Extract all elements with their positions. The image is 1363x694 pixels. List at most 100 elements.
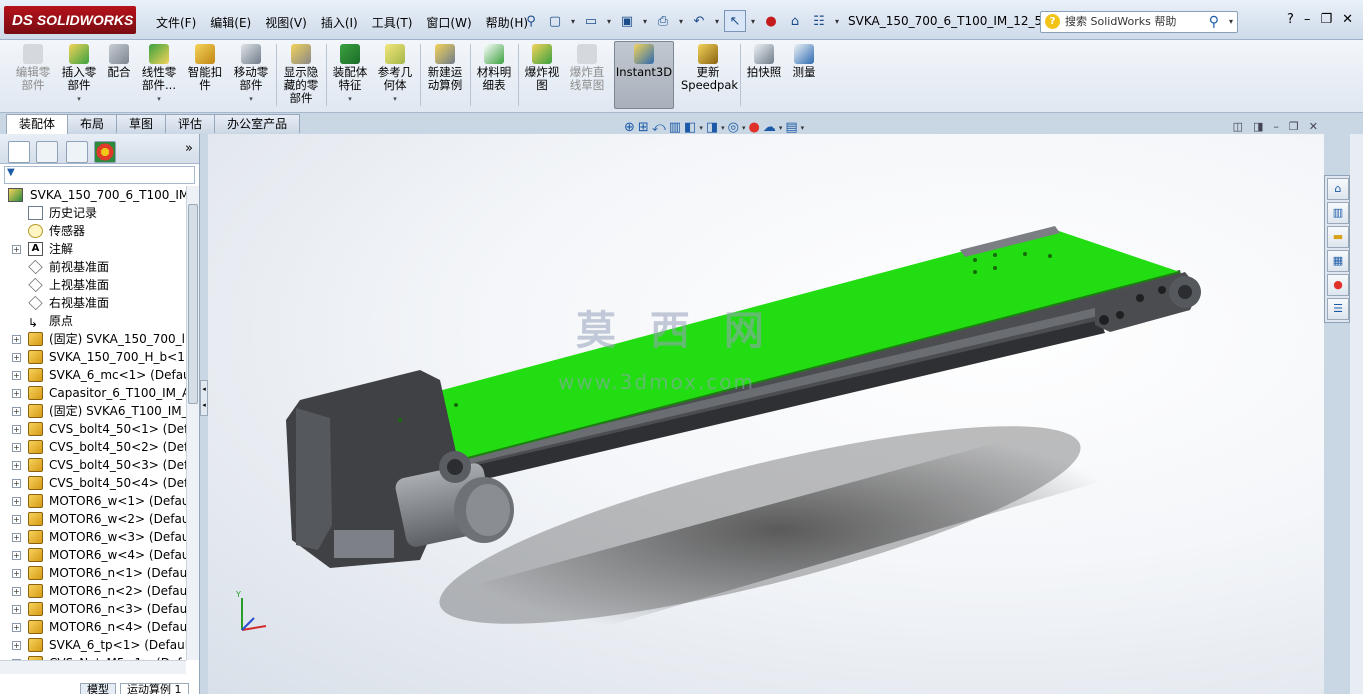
view-settings-dropdown-icon[interactable]: ▾ [801,124,805,132]
linear-pattern-dropdown-icon[interactable]: ▾ [157,93,161,106]
exploded-view-button[interactable]: 爆炸视图 [522,44,562,110]
expand-toggle-icon[interactable]: + [12,389,21,398]
new-dropdown-icon[interactable]: ▾ [568,10,578,32]
tree-item[interactable]: + CVS_bolt4_50<4> (Defa [0,474,186,492]
expand-toggle-icon[interactable]: + [12,497,21,506]
tree-item[interactable]: + A 注解 [0,240,186,258]
panel-splitter[interactable]: ◂ ◂ [200,380,208,416]
appearance-tab-icon[interactable] [94,141,116,163]
view-settings-icon[interactable]: ▤ [785,120,797,135]
tab-assembly[interactable]: 装配体 [6,114,69,134]
print-icon[interactable]: ⎙ [652,10,674,32]
print-dropdown-icon[interactable]: ▾ [676,10,686,32]
tree-vertical-scrollbar[interactable] [186,186,199,660]
undo-dropdown-icon[interactable]: ▾ [712,10,722,32]
tree-item[interactable]: 前视基准面 [0,258,186,276]
viewport-minimize-icon[interactable]: – [1273,120,1279,133]
view-palette-icon[interactable]: ▦ [1327,250,1349,272]
tree-item[interactable]: 右视基准面 [0,294,186,312]
expand-toggle-icon[interactable]: + [12,425,21,434]
expand-toggle-icon[interactable]: + [12,335,21,344]
design-library-icon[interactable]: ▥ [1327,202,1349,224]
update-speedpak-button[interactable]: 更新Speedpak [680,44,738,110]
edit-appearance-icon[interactable]: ● [749,120,760,135]
restore-button[interactable]: ❐ [1320,12,1332,27]
hide-show-items-icon[interactable]: ◎ [728,120,739,135]
insert-component-button[interactable]: 插入零部件 ▾ [58,44,100,110]
save-icon[interactable]: ▣ [616,10,638,32]
edit-component-button[interactable]: 编辑零部件 [12,44,54,110]
zoom-to-area-icon[interactable]: ⊞ [638,120,649,135]
apply-scene-icon[interactable]: ☁ [763,120,776,135]
tree-item[interactable]: 历史记录 [0,204,186,222]
section-view-icon[interactable]: ▥ [669,120,681,135]
conveyor-model[interactable] [208,134,1324,694]
tree-item[interactable]: 上视基准面 [0,276,186,294]
expand-toggle-icon[interactable]: + [12,515,21,524]
tree-item[interactable]: + MOTOR6_n<1> (Defaul [0,564,186,582]
rebuild-traffic-light-icon[interactable]: ● [760,10,782,32]
tree-item[interactable]: + Capasitor_6_T100_IM_A [0,384,186,402]
tree-item[interactable]: + CVS_bolt4_50<1> (Defa [0,420,186,438]
tab-sketch[interactable]: 草图 [116,114,167,133]
tree-item[interactable]: + MOTOR6_w<2> (Defau [0,510,186,528]
scrollbar-thumb[interactable] [188,204,198,404]
expand-toggle-icon[interactable]: + [12,479,21,488]
configuration-manager-tab-icon[interactable] [66,141,88,163]
options-icon[interactable]: ☷ [808,10,830,32]
expand-toggle-icon[interactable]: + [12,461,21,470]
tab-layout[interactable]: 布局 [67,114,118,133]
expand-toggle-icon[interactable]: + [12,641,21,650]
tree-item[interactable]: + (固定) SVKA6_T100_IM_1 [0,402,186,420]
tree-item[interactable]: + MOTOR6_n<3> (Defaul [0,600,186,618]
expand-toggle-icon[interactable]: + [12,245,21,254]
tree-filter-input[interactable]: ▼ [4,166,195,184]
new-motion-study-button[interactable]: 新建运动算例 [424,44,466,110]
help-search-input[interactable]: ? 搜索 SolidWorks 帮助 ⚲ ▾ [1040,11,1238,33]
snapshot-button[interactable]: 拍快照 [744,44,784,110]
tab-office-products[interactable]: 办公室产品 [214,114,301,133]
viewport-close-icon[interactable]: ✕ [1309,120,1318,133]
home-icon[interactable]: ⌂ [1327,178,1349,200]
solidworks-logo[interactable]: DS SOLIDWORKS [4,6,136,34]
previous-view-icon[interactable]: ⤺ [652,120,666,135]
tree-item[interactable]: + CVS_bolt4_50<2> (Defa [0,438,186,456]
explode-line-sketch-button[interactable]: 爆炸直线草图 [566,44,608,110]
scene-dropdown-icon[interactable]: ▾ [779,124,783,132]
select-dropdown-icon[interactable]: ▾ [748,10,758,32]
undo-icon[interactable]: ↶ [688,10,710,32]
viewport-restore-icon[interactable]: ❐ [1289,120,1299,133]
zoom-to-fit-icon[interactable]: ⊕ [624,120,635,135]
expand-toggle-icon[interactable]: + [12,371,21,380]
expand-toggle-icon[interactable]: + [12,623,21,632]
tree-item[interactable]: + (固定) SVKA_150_700_l< [0,330,186,348]
expand-toggle-icon[interactable]: + [12,353,21,362]
menu-window[interactable]: 窗口(W) [420,12,477,33]
expand-toggle-icon[interactable]: + [12,605,21,614]
tree-horizontal-scrollbar[interactable] [0,660,186,674]
tree-item[interactable]: + MOTOR6_n<2> (Defaul [0,582,186,600]
help-button[interactable]: ? [1287,12,1294,27]
view-orientation-dropdown-icon[interactable]: ▾ [699,124,703,132]
property-manager-tab-icon[interactable] [36,141,58,163]
hide-show-dropdown-icon[interactable]: ▾ [742,124,746,132]
expand-toggle-icon[interactable]: + [12,551,21,560]
move-component-dropdown-icon[interactable]: ▾ [249,93,253,106]
menu-edit[interactable]: 编辑(E) [204,12,257,33]
tree-item[interactable]: + MOTOR6_n<4> (Defaul [0,618,186,636]
appearances-icon[interactable]: ● [1327,274,1349,296]
reference-geometry-button[interactable]: 参考几何体 ▾ [374,44,416,110]
display-style-dropdown-icon[interactable]: ▾ [721,124,725,132]
new-document-icon[interactable]: ▢ [544,10,566,32]
tree-item[interactable]: + MOTOR6_w<1> (Defau [0,492,186,510]
save-dropdown-icon[interactable]: ▾ [640,10,650,32]
tree-item[interactable]: + SVKA_6_mc<1> (Defaul [0,366,186,384]
expand-toggle-icon[interactable]: + [12,407,21,416]
tab-evaluate[interactable]: 评估 [165,114,216,133]
menu-view[interactable]: 视图(V) [259,12,313,33]
viewport-split2-icon[interactable]: ◨ [1253,120,1263,133]
search-dropdown-icon[interactable]: ▾ [1229,12,1233,32]
measure-button[interactable]: 测量 [788,44,820,110]
file-explorer-icon[interactable]: ▬ [1327,226,1349,248]
tree-item[interactable]: ↳ 原点 [0,312,186,330]
